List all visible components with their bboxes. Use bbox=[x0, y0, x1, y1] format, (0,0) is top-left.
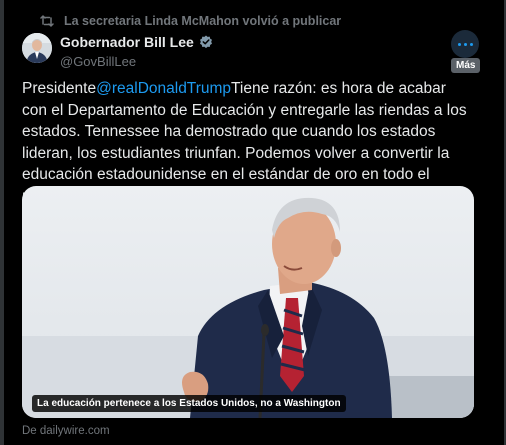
repost-icon bbox=[40, 15, 54, 27]
speaker-photo bbox=[22, 197, 474, 418]
mention-link[interactable]: @realDonaldTrump bbox=[96, 80, 231, 97]
source-link[interactable]: De dailywire.com bbox=[22, 425, 110, 437]
media-caption: La educación pertenece a los Estados Uni… bbox=[32, 395, 346, 412]
tweet-prefix: Presidente bbox=[22, 80, 97, 97]
author-handle[interactable]: @GovBillLee bbox=[60, 54, 213, 69]
more-options-button[interactable] bbox=[451, 30, 479, 58]
tweet-media[interactable]: La educación pertenece a los Estados Uni… bbox=[22, 186, 474, 418]
more-tooltip: Más bbox=[451, 58, 481, 73]
author-name[interactable]: Gobernador Bill Lee bbox=[60, 34, 194, 50]
more-dots-icon bbox=[457, 42, 473, 46]
avatar[interactable] bbox=[22, 33, 52, 63]
left-border bbox=[0, 0, 4, 445]
repost-context[interactable]: La secretaria Linda McMahon volvió a pub… bbox=[40, 14, 341, 28]
verified-badge-icon bbox=[199, 35, 213, 49]
author-block: Gobernador Bill Lee @GovBillLee bbox=[60, 34, 213, 69]
repost-text: La secretaria Linda McMahon volvió a pub… bbox=[64, 14, 342, 28]
